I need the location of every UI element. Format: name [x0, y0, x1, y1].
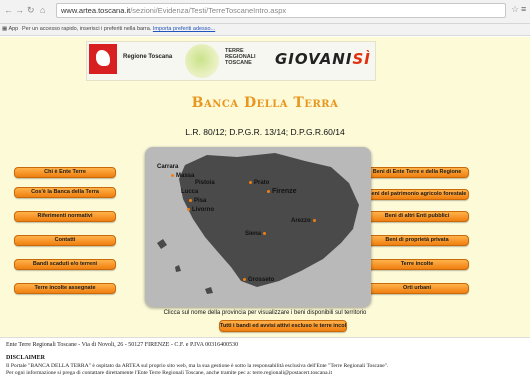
- footer-address: Ente Terre Regionali Toscane - Via di No…: [6, 342, 239, 348]
- menu-icon[interactable]: ≡: [521, 4, 526, 14]
- city-grosseto[interactable]: Grosseto: [241, 277, 274, 283]
- tuscany-map: Carrara Massa Pistoia Prato Lucca Firenz…: [145, 147, 371, 307]
- btn-bandi-scaduti[interactable]: Bandi scaduti e/o terreni: [14, 259, 116, 270]
- disclaimer-text-1: Il Portale "BANCA DELLA TERRA" è ospitat…: [6, 363, 389, 369]
- regione-toscana-logo: [89, 44, 117, 74]
- btn-beni-proprieta-privata[interactable]: Beni di proprietà privata: [365, 235, 469, 246]
- terre-label: TERRE REGIONALI TOSCANE: [225, 48, 256, 66]
- btn-beni-altri-enti[interactable]: Beni di altri Enti pubblici: [365, 211, 469, 222]
- city-arezzo[interactable]: Arezzo: [291, 218, 318, 224]
- city-pistoia[interactable]: Pistoia: [195, 180, 215, 186]
- disclaimer-text-2: Per ogni informazione si prega di contat…: [6, 370, 333, 376]
- pegasus-icon: [96, 50, 110, 66]
- btn-orti-urbani[interactable]: Orti urbani: [365, 283, 469, 294]
- header-banner: Regione Toscana TERRE REGIONALI TOSCANE …: [86, 41, 376, 81]
- btn-terre-incolte[interactable]: Terre incolte: [365, 259, 469, 270]
- law-reference: L.R. 80/12; D.P.G.R. 13/14; D.P.G.R.60/1…: [185, 127, 345, 137]
- browser-toolbar: ← → ↻ ⌂ www.artea.toscana.it/sezioni/Evi…: [0, 0, 530, 24]
- btn-beni-ente-terre-regione[interactable]: Beni di Ente Terre e della Regione: [365, 167, 469, 178]
- url-path: /sezioni/Evidenza/Testi/TerreToscaneIntr…: [130, 6, 287, 15]
- footer: Ente Terre Regionali Toscane - Via di No…: [0, 337, 530, 385]
- region-label: Regione Toscana: [123, 54, 173, 60]
- btn-terre-incolte-assegnate[interactable]: Terre incolte assegnate: [14, 283, 116, 294]
- bookmark-message: Per un accesso rapido, inserisci i prefe…: [22, 26, 216, 32]
- forward-icon[interactable]: →: [15, 3, 24, 17]
- btn-chi-e-ente-terre[interactable]: Chi è Ente Terre: [14, 167, 116, 178]
- reload-icon[interactable]: ↻: [27, 3, 35, 17]
- btn-contatti[interactable]: Contatti: [14, 235, 116, 246]
- terre-regionali-logo: [185, 44, 219, 78]
- url-domain: www.artea.toscana.it: [61, 6, 131, 15]
- address-bar[interactable]: www.artea.toscana.it/sezioni/Evidenza/Te…: [56, 3, 506, 18]
- btn-riferimenti-normativi[interactable]: Riferimenti normativi: [14, 211, 116, 222]
- city-siena[interactable]: Siena: [245, 231, 268, 237]
- map-graphic: [145, 147, 371, 307]
- disclaimer-title: DISCLAIMER: [6, 355, 46, 361]
- city-lucca[interactable]: Lucca: [181, 189, 198, 195]
- bookmarks-bar: ▦ App Per un accesso rapido, inserisci i…: [0, 24, 530, 36]
- bookmark-star-icon[interactable]: ☆: [511, 4, 519, 15]
- page-content: Regione Toscana TERRE REGIONALI TOSCANE …: [0, 37, 530, 385]
- import-bookmarks-link[interactable]: Importa preferiti adesso...: [153, 26, 215, 32]
- btn-cos-e-banca-terra[interactable]: Cos'è la Banca della Terra: [14, 187, 116, 198]
- back-icon[interactable]: ←: [4, 3, 13, 17]
- apps-grid-icon: ▦: [2, 26, 8, 32]
- page-title: Banca Della Terra: [191, 95, 339, 111]
- city-carrara[interactable]: Carrara: [157, 164, 178, 170]
- city-livorno[interactable]: Livorno: [185, 207, 214, 213]
- city-pisa[interactable]: Pisa: [187, 198, 206, 204]
- map-caption: Clicca sul nome della provincia per visu…: [163, 310, 367, 316]
- btn-tutti-i-bandi[interactable]: Tutti i bandi ed avvisi attivi escluso l…: [219, 320, 347, 332]
- home-icon[interactable]: ⌂: [40, 3, 45, 17]
- city-firenze[interactable]: Firenze: [265, 188, 297, 195]
- apps-shortcut[interactable]: ▦ App: [2, 24, 18, 35]
- city-prato[interactable]: Prato: [247, 180, 269, 186]
- city-massa[interactable]: Massa: [169, 173, 194, 179]
- btn-beni-patrimonio-agricolo[interactable]: Beni del patrimonio agricolo forestale: [365, 189, 469, 200]
- giovanisi-logo: GIOVANISÌ: [275, 50, 371, 68]
